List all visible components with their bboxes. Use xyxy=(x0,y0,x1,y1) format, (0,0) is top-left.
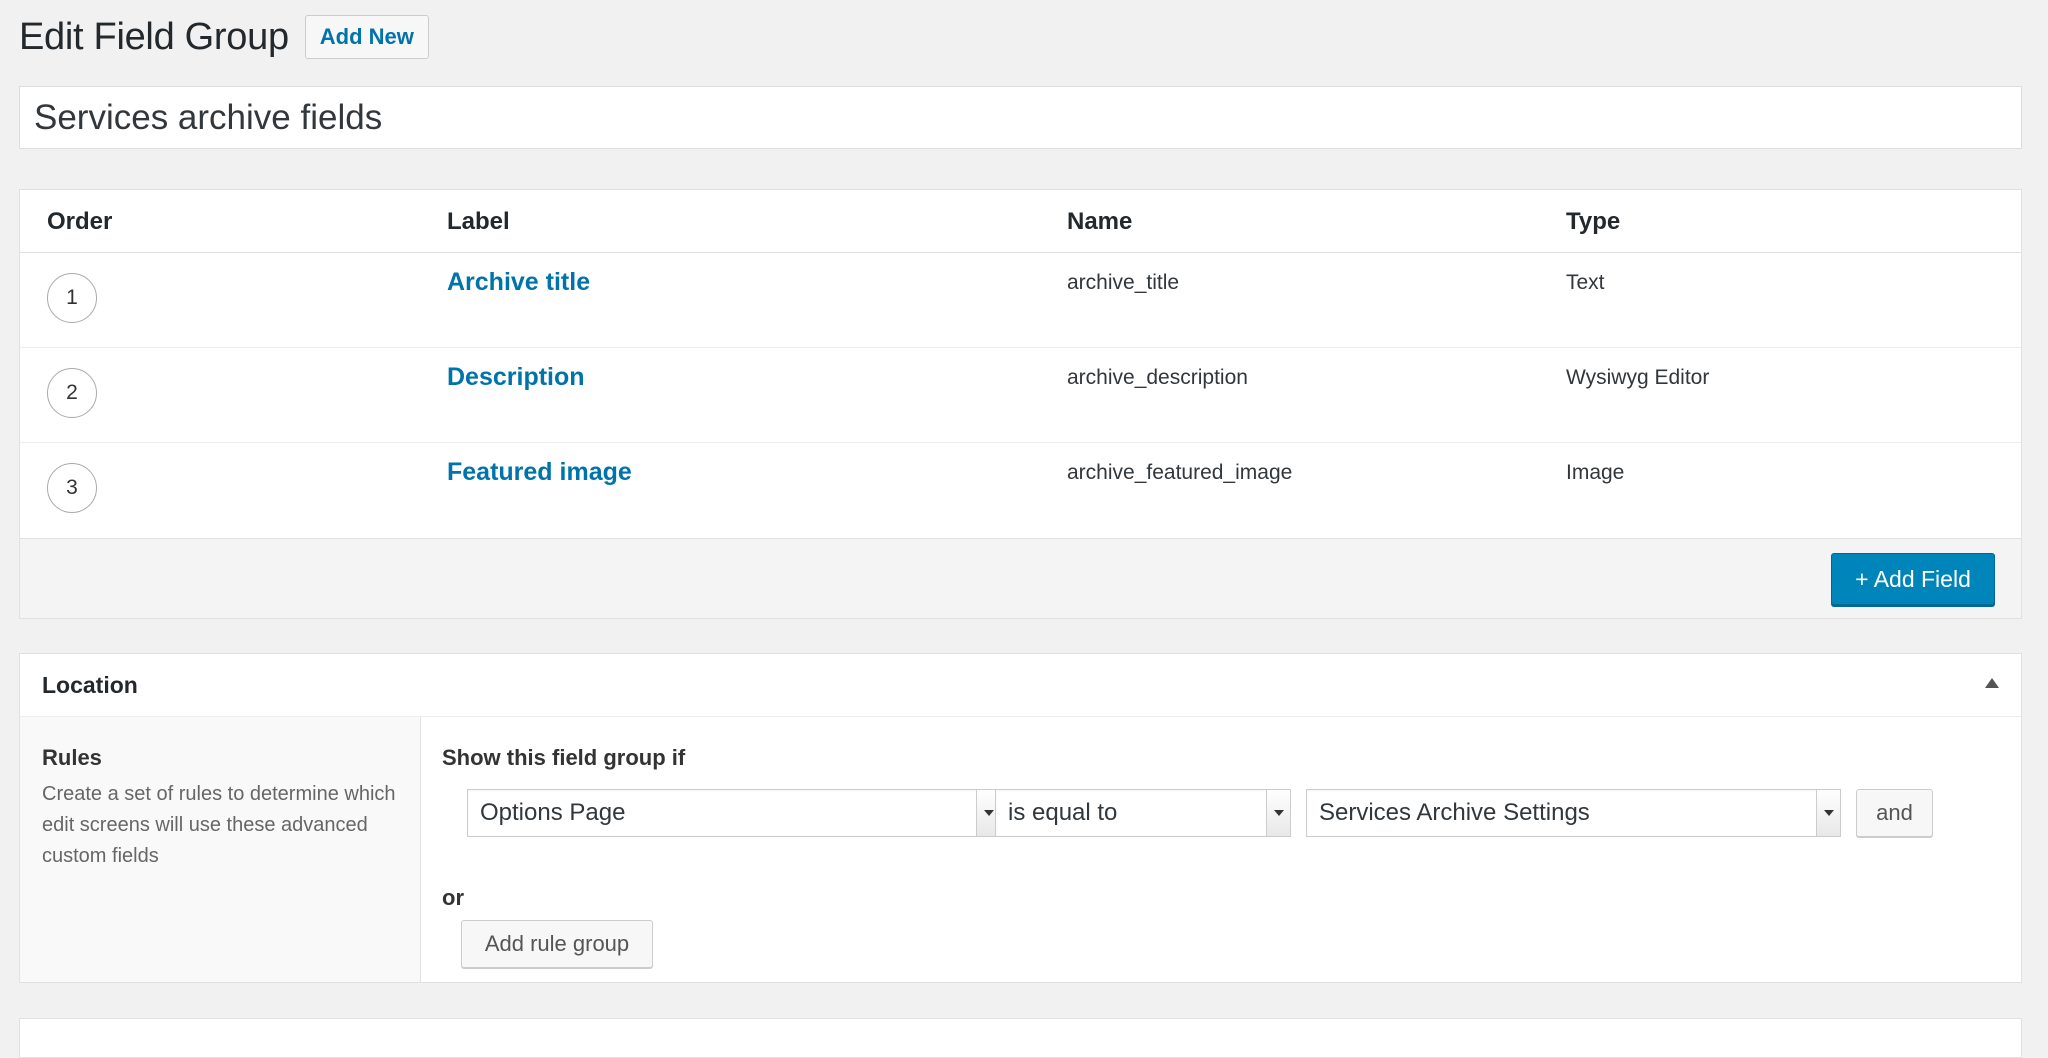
collapse-arrow-icon[interactable] xyxy=(1985,678,1999,688)
field-type: Wysiwyg Editor xyxy=(1566,366,1710,389)
field-name: archive_title xyxy=(1067,271,1180,294)
column-header-type: Type xyxy=(1566,207,1621,235)
and-button[interactable]: and xyxy=(1856,789,1933,837)
location-panel: Location Rules Create a set of rules to … xyxy=(19,653,2022,983)
rules-sidebar: Rules Create a set of rules to determine… xyxy=(20,717,421,982)
order-handle[interactable]: 1 xyxy=(47,273,97,323)
field-label-link[interactable]: Archive title xyxy=(447,268,590,297)
field-name: archive_featured_image xyxy=(1067,461,1293,484)
show-if-label: Show this field group if xyxy=(442,745,686,770)
column-header-order: Order xyxy=(47,207,113,235)
page-title: Edit Field Group xyxy=(19,15,289,58)
rule-value-value: Services Archive Settings xyxy=(1319,799,1590,826)
location-title: Location xyxy=(42,671,138,698)
rule-param-select[interactable]: Options Page xyxy=(467,789,1001,837)
column-header-label: Label xyxy=(447,207,510,235)
column-header-name: Name xyxy=(1067,207,1133,235)
rules-title: Rules xyxy=(42,745,102,770)
order-handle[interactable]: 2 xyxy=(47,368,97,418)
field-label-link[interactable]: Description xyxy=(447,363,585,392)
rule-value-select[interactable]: Services Archive Settings xyxy=(1306,789,1841,837)
order-handle[interactable]: 3 xyxy=(47,463,97,513)
field-row[interactable]: 2 Description archive_description Wysiwy… xyxy=(20,348,2021,443)
add-new-button[interactable]: Add New xyxy=(304,15,429,59)
page-heading: Edit Field Group Add New xyxy=(19,12,429,62)
or-label: or xyxy=(442,885,464,910)
add-field-button[interactable]: + Add Field xyxy=(1831,553,1995,605)
fields-panel: Order Label Name Type 1 Archive title ar… xyxy=(19,189,2022,619)
fields-table-header: Order Label Name Type xyxy=(20,190,2021,253)
location-header[interactable]: Location xyxy=(20,654,2021,717)
fields-table-footer: + Add Field xyxy=(20,538,2021,618)
field-type: Image xyxy=(1566,461,1625,484)
rule-param-value: Options Page xyxy=(480,799,626,826)
add-rule-group-button[interactable]: Add rule group xyxy=(461,920,653,968)
rules-editor: Show this field group if Options Page is… xyxy=(442,717,2002,982)
rule-operator-select[interactable]: is equal to xyxy=(995,789,1291,837)
chevron-down-icon xyxy=(1816,790,1840,836)
rules-description: Create a set of rules to determine which… xyxy=(42,783,396,867)
field-group-title-input[interactable] xyxy=(19,86,2022,149)
rule-operator-value: is equal to xyxy=(1008,799,1118,826)
field-type: Text xyxy=(1566,271,1605,294)
field-row[interactable]: 1 Archive title archive_title Text xyxy=(20,253,2021,348)
field-label-link[interactable]: Featured image xyxy=(447,458,632,487)
field-row[interactable]: 3 Featured image archive_featured_image … xyxy=(20,443,2021,538)
field-name: archive_description xyxy=(1067,366,1248,389)
chevron-down-icon xyxy=(1266,790,1290,836)
next-panel xyxy=(19,1018,2022,1058)
